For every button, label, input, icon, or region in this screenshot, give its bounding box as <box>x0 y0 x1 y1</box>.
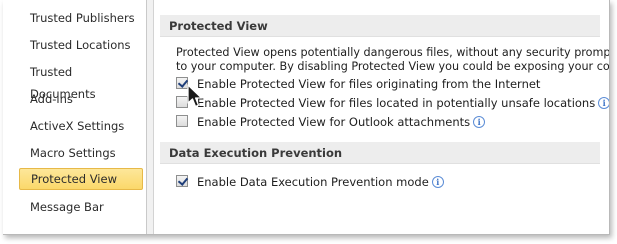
internet-files-label: Enable Protected View for files originat… <box>197 77 541 91</box>
trust-center-window: Trusted Publishers Trusted Locations Tru… <box>0 0 617 244</box>
unsafe-locations-label-wrap: Enable Protected View for files located … <box>197 95 609 111</box>
dep-mode-label-wrap: Enable Data Execution Prevention mode i <box>197 174 444 190</box>
info-icon[interactable]: i <box>431 176 444 188</box>
nav-divider <box>145 0 155 234</box>
nav-item-trusted-documents[interactable]: Trusted Documents <box>19 61 140 101</box>
nav-item-protected-view[interactable]: Protected View <box>19 168 143 190</box>
trust-center-nav: Trusted Publishers Trusted Locations Tru… <box>3 0 148 234</box>
protected-view-header: Protected View <box>160 15 600 37</box>
dep-mode-checkbox[interactable] <box>176 175 188 187</box>
nav-item-trusted-locations[interactable]: Trusted Locations <box>19 34 140 56</box>
settings-pane: Protected View Protected View opens pote… <box>160 0 609 234</box>
outlook-attachments-checkbox[interactable] <box>176 115 188 127</box>
description-line-2: to your computer. By disabling Protected… <box>176 60 609 73</box>
mouse-pointer-icon <box>187 84 203 108</box>
nav-item-macro-settings[interactable]: Macro Settings <box>19 142 140 164</box>
outlook-attachments-label: Enable Protected View for Outlook attach… <box>197 115 471 129</box>
nav-item-activex-settings[interactable]: ActiveX Settings <box>19 115 140 137</box>
info-icon[interactable]: i <box>473 116 486 128</box>
description-line-1: Protected View opens potentially dangero… <box>176 46 609 59</box>
nav-item-trusted-publishers[interactable]: Trusted Publishers <box>19 7 140 29</box>
protected-view-description: Protected View opens potentially dangero… <box>176 46 609 74</box>
info-icon[interactable]: i <box>598 97 609 109</box>
dep-mode-label: Enable Data Execution Prevention mode <box>197 175 429 189</box>
nav-item-message-bar[interactable]: Message Bar <box>19 196 140 218</box>
nav-item-add-ins[interactable]: Add-ins <box>19 88 140 110</box>
dep-header: Data Execution Prevention <box>160 142 600 164</box>
unsafe-locations-label: Enable Protected View for files located … <box>197 96 596 110</box>
outlook-attachments-label-wrap: Enable Protected View for Outlook attach… <box>197 114 486 130</box>
